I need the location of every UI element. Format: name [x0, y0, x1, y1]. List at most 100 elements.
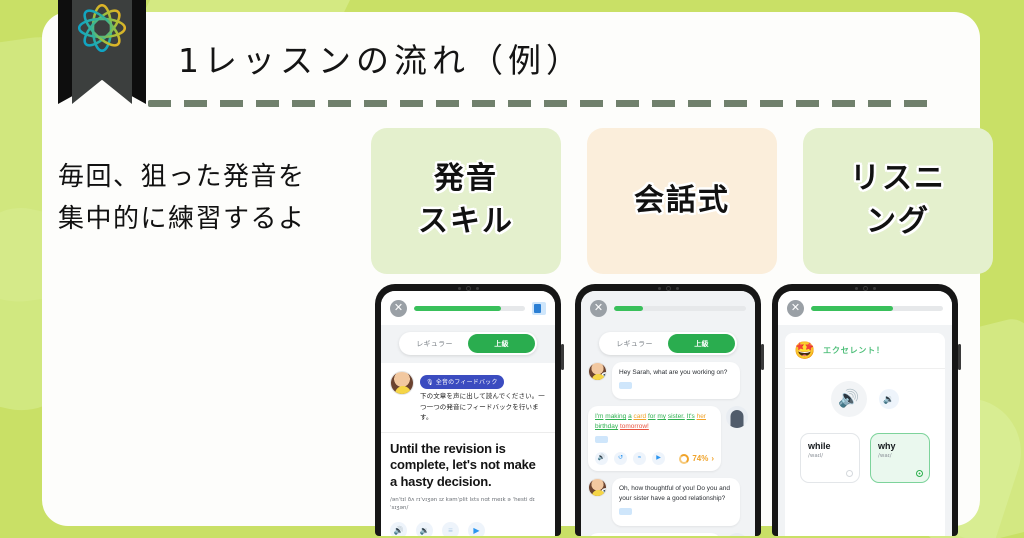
progress-ring-icon: [679, 453, 690, 464]
bot-avatar: 🔊: [588, 478, 607, 498]
feature-card-list: 発音 スキル 会話式 リスニ ング: [371, 128, 993, 274]
eight-point-star-logo: [77, 3, 127, 53]
choice-card-why[interactable]: why /waɪ/: [870, 433, 930, 483]
replay-icon[interactable]: ↺: [614, 452, 627, 466]
tab-regular[interactable]: レギュラー: [401, 334, 468, 353]
ribbon-banner: [58, 0, 146, 104]
radio-icon: [846, 470, 853, 477]
speaker-large-icon[interactable]: 🔊: [831, 381, 867, 417]
chat-text: Oh, how thoughtful of you! Do you and yo…: [619, 485, 730, 503]
practice-sentence: Until the revision is complete, let's no…: [390, 441, 536, 489]
speaker-icon[interactable]: 🔊: [595, 452, 608, 466]
feature-label-conversation: 会話式: [634, 182, 730, 218]
chat-bubble: Oh, how thoughtful of you! Do you and yo…: [612, 478, 740, 526]
tab-regular[interactable]: レギュラー: [601, 334, 668, 353]
tab-advanced[interactable]: 上級: [468, 334, 535, 353]
chat-bubble-user: Definitely, she's the person I admire mo…: [588, 532, 721, 536]
speaker-badge-icon[interactable]: [619, 508, 632, 516]
pronunciation-body: 🎙 全音のフィードバック 下の文章を声に出して読んでください。一つ一つの発音にフ…: [381, 363, 555, 536]
compare-icon[interactable]: ≈: [633, 452, 646, 466]
result-label: エクセレント！: [823, 346, 885, 355]
radio-selected-icon: [916, 470, 923, 477]
chat-message-bot: 🔊 Hey Sarah, what are you working on?: [588, 362, 748, 400]
phone-screen-pronunciation: ✕ レギュラー 上級 🎙 全音のフィードバック 下の文章を声に出して読んでくださ…: [381, 291, 555, 536]
star-struck-emoji: 🤩: [794, 341, 816, 360]
feature-label-pronunciation: 発音 スキル: [418, 161, 514, 239]
chevron-right-icon: ›: [711, 453, 714, 463]
score-value: 74%: [692, 453, 709, 463]
phone-mockup-conversation: ✕ レギュラー 上級 🔊 Hey Sarah, what are you wor…: [575, 284, 764, 536]
level-tabs: レギュラー 上級: [399, 332, 537, 355]
slow-speaker-icon[interactable]: 🔉: [416, 521, 433, 536]
pronunciation-tools: 🔊 🔉 ≡ ▶: [390, 521, 546, 536]
speaker-icon[interactable]: 🔊: [601, 488, 606, 497]
speaker-badge-icon[interactable]: [619, 382, 632, 390]
user-avatar: [726, 406, 748, 429]
phone-screen-conversation: ✕ レギュラー 上級 🔊 Hey Sarah, what are you wor…: [581, 291, 755, 536]
chat-message-bot: 🔊 Oh, how thoughtful of you! Do you and …: [588, 478, 748, 526]
feature-label-listening: リスニ ング: [850, 161, 946, 239]
choice-word: why: [878, 441, 896, 451]
feedback-badge: 🎙 全音のフィードバック: [420, 374, 504, 389]
app-topbar: ✕: [381, 291, 555, 325]
page-title: 1レッスンの流れ（例）: [178, 41, 584, 80]
progress-bar: [414, 305, 525, 311]
progress-fill: [614, 305, 644, 311]
divider: [381, 432, 555, 434]
microphone-icon: 🎙: [426, 380, 434, 386]
result-row: 🤩 エクセレント！: [794, 342, 936, 359]
bot-avatar: 🔊: [588, 362, 607, 381]
user-avatar: [726, 532, 748, 536]
lead-line-1: 毎回、狙った発音を: [58, 162, 306, 192]
progress-bar: [811, 305, 943, 311]
audio-controls: 🔊 🔉: [794, 381, 936, 417]
speaker-slow-icon[interactable]: 🔉: [879, 389, 899, 409]
speaker-icon[interactable]: 🔊: [390, 521, 407, 536]
progress-fill: [811, 305, 893, 311]
dashed-divider: [148, 100, 936, 107]
choice-card-while[interactable]: while /waɪl/: [800, 433, 860, 483]
feedback-row: 🎙 全音のフィードバック 下の文章を声に出して読んでください。一つ一つの発音にフ…: [390, 371, 546, 424]
translate-lines-icon[interactable]: ≡: [442, 521, 459, 536]
feature-card-conversation[interactable]: 会話式: [587, 128, 777, 274]
close-icon[interactable]: ✕: [390, 299, 407, 317]
chat-thread: 🔊 Hey Sarah, what are you working on? I'…: [581, 355, 755, 536]
phone-screen-listening: ✕ 🤩 エクセレント！ 🔊 🔉 while /waɪl/ why /waɪ/: [778, 291, 952, 536]
chat-bubble: Hey Sarah, what are you working on?: [612, 362, 740, 400]
choice-ipa: /waɪl/: [808, 453, 824, 459]
phone-notch: [848, 285, 882, 291]
tab-advanced[interactable]: 上級: [668, 334, 735, 353]
level-tabs: レギュラー 上級: [599, 332, 737, 355]
play-icon[interactable]: ▶: [468, 521, 485, 536]
score-badge[interactable]: 74% ›: [679, 453, 714, 465]
speaker-badge-icon[interactable]: [595, 436, 608, 444]
phone-side-button: [761, 344, 764, 370]
play-icon[interactable]: ▶: [652, 452, 665, 466]
practice-ipa: /ənˈtɪl ðʌ rɪˈvɪʒən ɪz kəmˈplit lɛts nɑt…: [390, 496, 535, 512]
feedback-badge-label: 全音のフィードバック: [435, 380, 498, 386]
phone-side-button: [561, 344, 564, 370]
chat-message-user: Definitely, she's the person I admire mo…: [588, 532, 748, 536]
phone-mockup-listening: ✕ 🤩 エクセレント！ 🔊 🔉 while /waɪl/ why /waɪ/: [772, 284, 961, 536]
chat-bubble-user: I'm making a card for my sister. It's he…: [588, 406, 721, 472]
phone-side-button: [958, 344, 961, 370]
close-icon[interactable]: ✕: [787, 299, 804, 317]
listening-body: 🤩 エクセレント！ 🔊 🔉 while /waɪl/ why /waɪ/: [785, 333, 945, 536]
teacher-avatar: [390, 371, 414, 395]
scored-text: I'm making a card for my sister. It's he…: [595, 413, 706, 431]
translate-icon[interactable]: [532, 301, 546, 315]
choice-word: while: [808, 441, 831, 451]
app-topbar: ✕: [581, 291, 755, 325]
phone-mockup-pronunciation: ✕ レギュラー 上級 🎙 全音のフィードバック 下の文章を声に出して読んでくださ…: [375, 284, 564, 536]
speaker-icon[interactable]: 🔊: [601, 372, 606, 380]
chat-text: Hey Sarah, what are you working on?: [619, 369, 728, 376]
close-icon[interactable]: ✕: [590, 299, 607, 317]
feature-card-listening[interactable]: リスニ ング: [803, 128, 993, 274]
slide-canvas: 1レッスンの流れ（例） 毎回、狙った発音を 集中的に練習するよ 発音 スキル 会話…: [0, 0, 1024, 538]
feature-card-pronunciation[interactable]: 発音 スキル: [371, 128, 561, 274]
divider: [785, 368, 945, 369]
phone-notch: [651, 285, 685, 291]
lead-copy: 毎回、狙った発音を 集中的に練習するよ: [58, 156, 306, 240]
choice-ipa: /waɪ/: [878, 453, 892, 459]
answer-choices: while /waɪl/ why /waɪ/: [794, 433, 936, 483]
